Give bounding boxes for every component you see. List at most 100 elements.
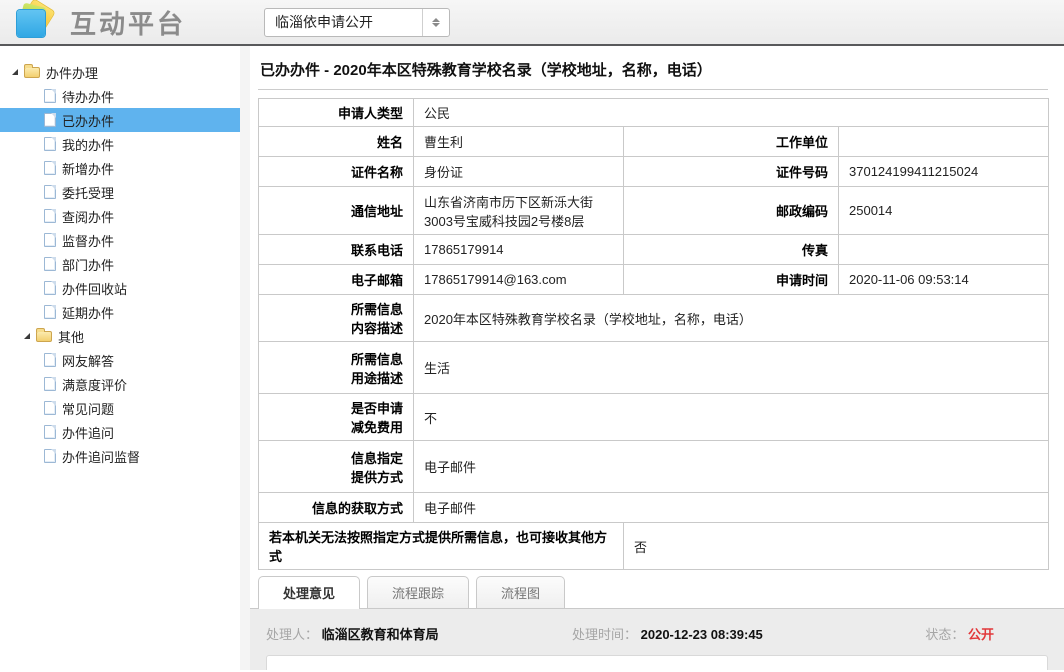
cert-name-value: 身份证	[414, 157, 624, 187]
sidebar-item-deferred-items[interactable]: 延期办件	[0, 300, 240, 324]
document-icon	[44, 113, 56, 127]
app-header: 互动平台 临淄依申请公开	[0, 0, 1064, 46]
cert-no-value: 370124199411215024	[839, 157, 1049, 187]
select-arrows-icon[interactable]	[422, 9, 449, 36]
sidebar-scrollbar-track[interactable]	[240, 46, 250, 670]
tree-group-case-handling[interactable]: 办件办理	[0, 60, 240, 84]
provide-method-label: 信息指定 提供方式	[259, 441, 414, 493]
tab-process-tracking[interactable]: 流程跟踪	[367, 576, 469, 608]
table-row: 若本机关无法按照指定方式提供所需信息，也可接收其他方式 否	[259, 523, 1049, 570]
document-icon	[44, 209, 56, 223]
fax-value	[839, 235, 1049, 265]
fee-waiver-label: 是否申请 减免费用	[259, 394, 414, 441]
tab-flowchart[interactable]: 流程图	[476, 576, 565, 608]
table-row: 是否申请 减免费用 不	[259, 394, 1049, 441]
content-desc-value: 2020年本区特殊教育学校名录（学校地址，名称，电话）	[414, 295, 1049, 342]
table-row: 联系电话 17865179914 传真	[259, 235, 1049, 265]
work-unit-value	[839, 127, 1049, 157]
sidebar-item-completed-items[interactable]: 已办办件	[0, 108, 240, 132]
status-label: 状态：	[925, 627, 964, 642]
provide-method-value: 电子邮件	[414, 441, 1049, 493]
alt-method-label: 若本机关无法按照指定方式提供所需信息，也可接收其他方式	[259, 523, 624, 570]
table-row: 所需信息 内容描述 2020年本区特殊教育学校名录（学校地址，名称，电话）	[259, 295, 1049, 342]
obtain-method-label: 信息的获取方式	[259, 493, 414, 523]
sidebar-item-view-items[interactable]: 查阅办件	[0, 204, 240, 228]
sidebar-item-satisfaction-rating[interactable]: 满意度评价	[0, 372, 240, 396]
handler-label: 处理人：	[266, 627, 318, 642]
tree-group-other[interactable]: 其他	[0, 324, 240, 348]
expand-arrow-icon[interactable]	[24, 333, 30, 339]
table-row: 姓名 曹生利 工作单位	[259, 127, 1049, 157]
document-icon	[44, 425, 56, 439]
reply-text: 我单位已于2020年12月1日通过电子邮件形式对此件进行了答复。	[266, 655, 1048, 670]
phone-value: 17865179914	[414, 235, 624, 265]
document-icon	[44, 137, 56, 151]
sidebar-item-netizen-answers[interactable]: 网友解答	[0, 348, 240, 372]
sidebar-item-pending-items[interactable]: 待办办件	[0, 84, 240, 108]
sidebar-item-department-items[interactable]: 部门办件	[0, 252, 240, 276]
work-unit-label: 工作单位	[624, 127, 839, 157]
sidebar-item-supervise-items[interactable]: 监督办件	[0, 228, 240, 252]
result-panel: 处理人： 临淄区教育和体育局 处理时间： 2020-12-23 08:39:45…	[250, 608, 1064, 670]
usage-desc-value: 生活	[414, 342, 1049, 394]
table-row: 电子邮箱 17865179914@163.com 申请时间 2020-11-06…	[259, 265, 1049, 295]
document-icon	[44, 449, 56, 463]
table-row: 信息的获取方式 电子邮件	[259, 493, 1049, 523]
address-value: 山东省济南市历下区新泺大街3003号宝威科技园2号楼8层	[414, 187, 624, 235]
content-desc-label: 所需信息 内容描述	[259, 295, 414, 342]
handle-time-label: 处理时间：	[572, 627, 637, 642]
folder-icon	[24, 67, 40, 78]
name-value: 曹生利	[414, 127, 624, 157]
sidebar-tree: 办件办理 待办办件 已办办件 我的办件 新增办件 委托受理 查阅办件 监督办件	[0, 46, 240, 670]
document-icon	[44, 377, 56, 391]
document-icon	[44, 233, 56, 247]
cert-no-label: 证件号码	[624, 157, 839, 187]
document-icon	[44, 353, 56, 367]
expand-arrow-icon[interactable]	[12, 69, 18, 75]
cert-name-label: 证件名称	[259, 157, 414, 187]
name-label: 姓名	[259, 127, 414, 157]
table-row: 信息指定 提供方式 电子邮件	[259, 441, 1049, 493]
postcode-label: 邮政编码	[624, 187, 839, 235]
app-logo-icon	[12, 2, 58, 42]
document-icon	[44, 305, 56, 319]
tab-bar: 处理意见 流程跟踪 流程图	[258, 576, 1064, 608]
applicant-type-value: 公民	[414, 99, 1049, 127]
phone-label: 联系电话	[259, 235, 414, 265]
address-label: 通信地址	[259, 187, 414, 235]
table-row: 证件名称 身份证 证件号码 370124199411215024	[259, 157, 1049, 187]
sidebar-item-new-item[interactable]: 新增办件	[0, 156, 240, 180]
alt-method-value: 否	[624, 523, 1049, 570]
channel-select-value: 临淄依申请公开	[265, 12, 422, 32]
apply-time-value: 2020-11-06 09:53:14	[839, 265, 1049, 295]
applicant-type-label: 申请人类型	[259, 99, 414, 127]
sidebar-item-entrusted-acceptance[interactable]: 委托受理	[0, 180, 240, 204]
tree-group-label: 办件办理	[46, 63, 98, 82]
fee-waiver-value: 不	[414, 394, 1049, 441]
sidebar-item-follow-up-question[interactable]: 办件追问	[0, 420, 240, 444]
page-title: 已办办件 - 2020年本区特殊教育学校名录（学校地址，名称，电话）	[258, 46, 1048, 90]
sidebar-item-faq[interactable]: 常见问题	[0, 396, 240, 420]
channel-select[interactable]: 临淄依申请公开	[264, 8, 450, 37]
result-meta-row: 处理人： 临淄区教育和体育局 处理时间： 2020-12-23 08:39:45…	[250, 609, 1064, 647]
application-table: 申请人类型 公民 姓名 曹生利 工作单位 证件名称 身份证 证件号码 37012…	[258, 98, 1049, 570]
document-icon	[44, 281, 56, 295]
status-badge: 公开	[968, 627, 994, 642]
table-row: 所需信息 用途描述 生活	[259, 342, 1049, 394]
document-icon	[44, 161, 56, 175]
sidebar-item-my-items[interactable]: 我的办件	[0, 132, 240, 156]
document-icon	[44, 401, 56, 415]
usage-desc-label: 所需信息 用途描述	[259, 342, 414, 394]
tab-handling-opinion[interactable]: 处理意见	[258, 576, 360, 609]
document-icon	[44, 257, 56, 271]
table-row: 申请人类型 公民	[259, 99, 1049, 127]
obtain-method-value: 电子邮件	[414, 493, 1049, 523]
document-icon	[44, 185, 56, 199]
tree-group-label: 其他	[58, 327, 84, 346]
handler-value: 临淄区教育和体育局	[322, 627, 439, 642]
sidebar-item-follow-up-supervision[interactable]: 办件追问监督	[0, 444, 240, 468]
apply-time-label: 申请时间	[624, 265, 839, 295]
fax-label: 传真	[624, 235, 839, 265]
email-label: 电子邮箱	[259, 265, 414, 295]
sidebar-item-recycle-bin[interactable]: 办件回收站	[0, 276, 240, 300]
